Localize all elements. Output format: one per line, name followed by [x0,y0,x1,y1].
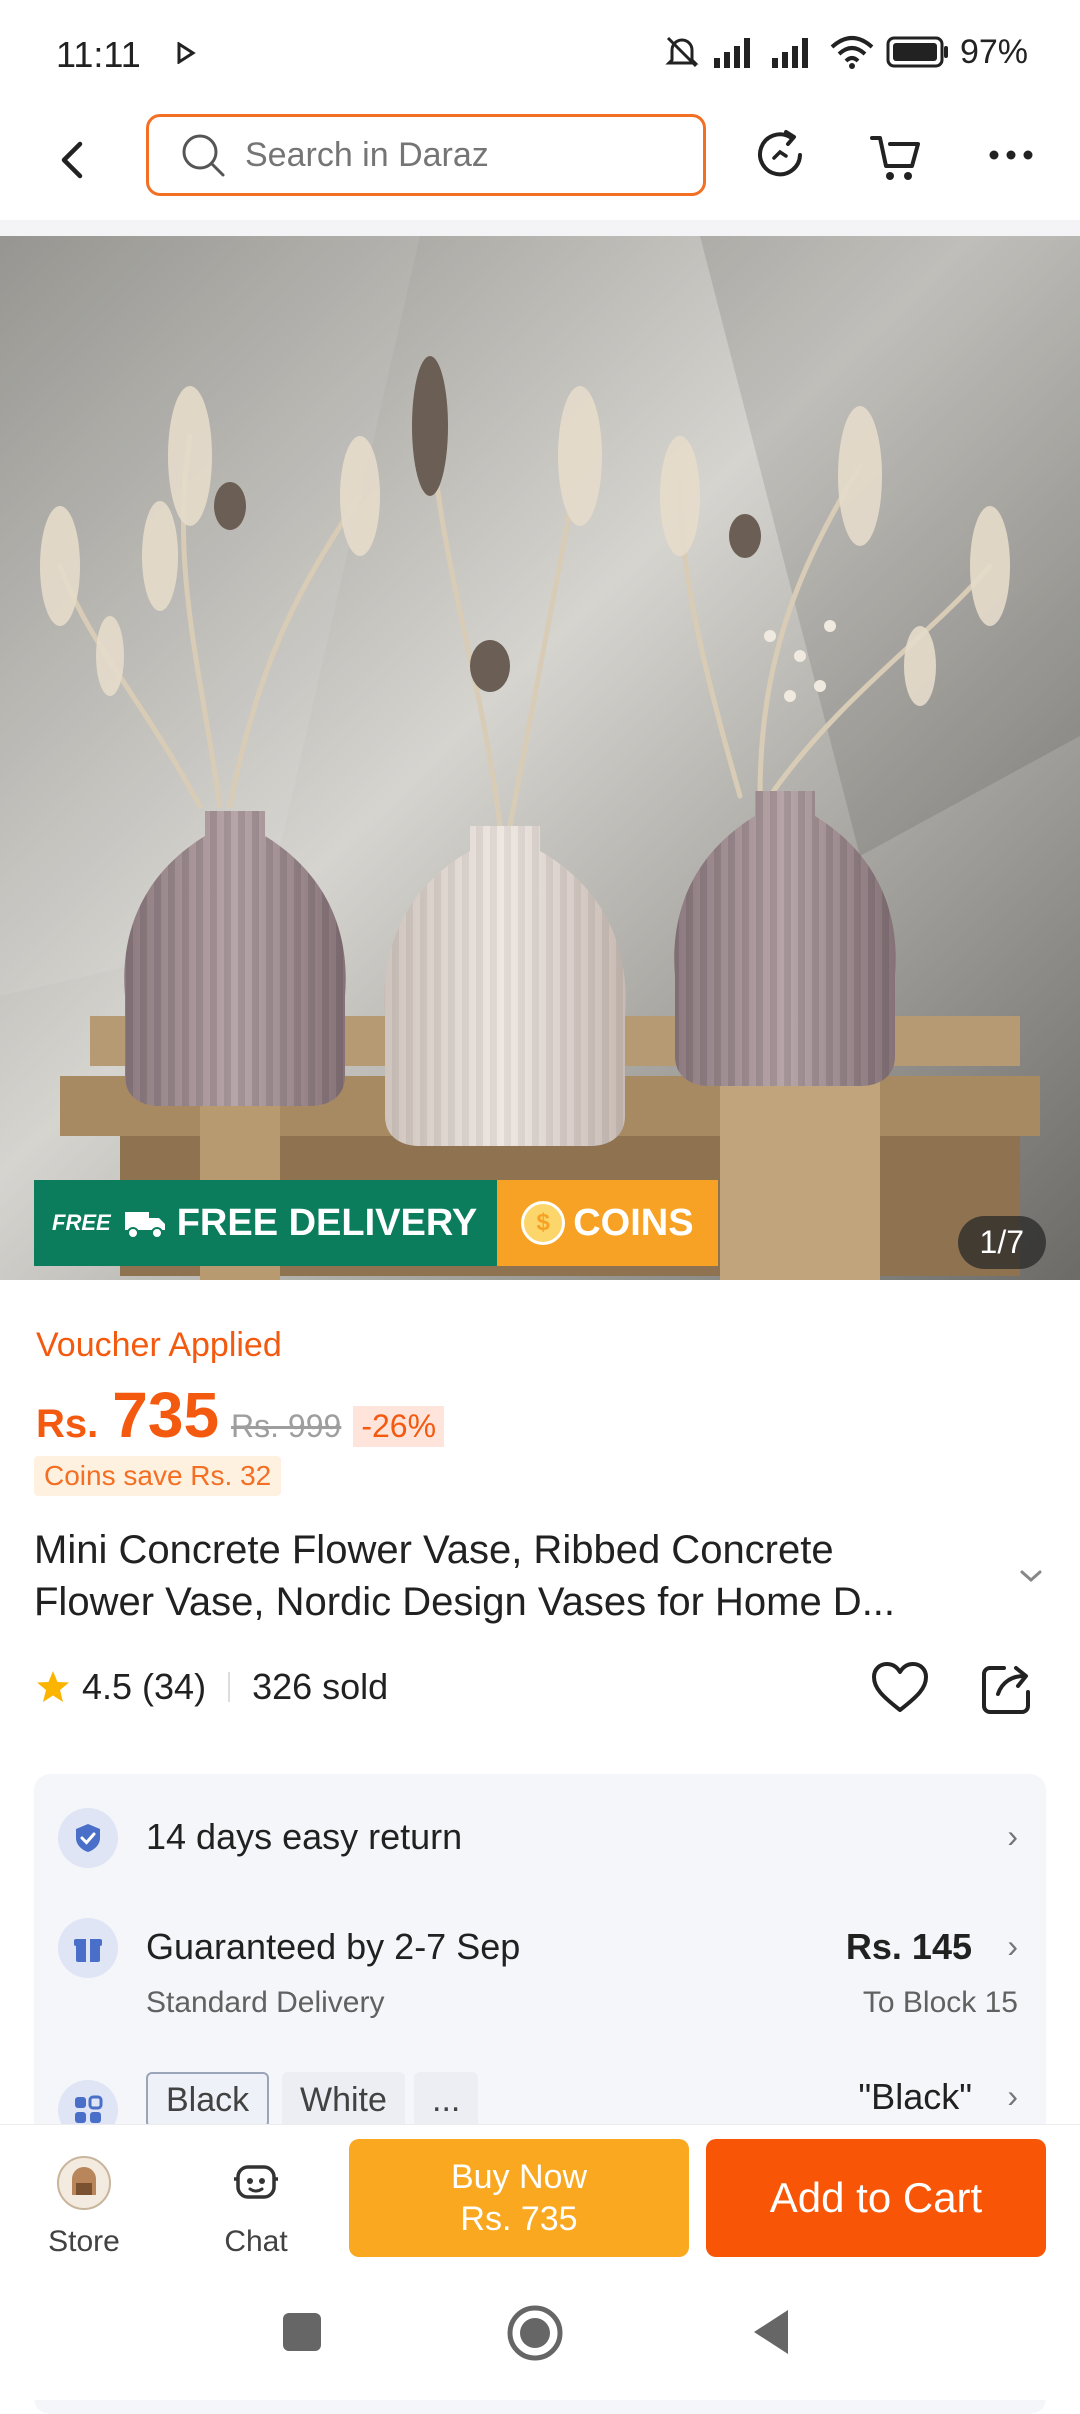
system-nav-bar [0,2266,1080,2400]
chevron-right-icon: › [1007,1928,1018,1964]
chevron-right-icon: › [1007,1818,1018,1854]
chevron-down-icon [1020,1570,1042,1583]
free-delivery-badge: FREE FREE DELIVERY [34,1180,498,1266]
chat-label: Chat [224,2225,288,2258]
square-icon [283,2313,321,2351]
delivery-fee: Rs. 145 [845,1926,972,1967]
recents-button[interactable] [280,2310,324,2359]
mute-bell-icon [665,36,699,68]
discount-badge: -26% [353,1406,445,1447]
chevron-right-icon: › [1007,2078,1018,2114]
search-placeholder: Search in Daraz [245,135,489,174]
top-bar: Search in Daraz [0,100,1080,220]
signal-icon [713,38,750,68]
rating-divider [228,1672,231,1702]
cart-button[interactable] [864,124,926,186]
battery-percent: 97% [959,32,1028,71]
battery-icon [886,36,948,68]
free-truck-icon: FREE [52,1210,111,1235]
system-back-button[interactable] [748,2306,792,2363]
chat-bot-icon [234,2165,278,2199]
delivery-guarantee: Guaranteed by 2-7 Sep [146,1926,521,1967]
add-to-cart-button[interactable]: Add to Cart [706,2139,1046,2257]
rating-row[interactable]: 4.5 (34) 326 sold [34,1666,388,1708]
coin-icon: $ [521,1201,566,1245]
free-delivery-text: FREE DELIVERY [176,1201,478,1244]
sold-count: 326 sold [252,1666,389,1707]
rating-count: (34) [142,1666,207,1707]
section-divider [0,220,1080,236]
star-icon [37,1671,69,1702]
rating-score: 4.5 [82,1666,133,1707]
gift-box-icon [58,1918,118,1978]
more-button[interactable] [980,124,1042,186]
price-row: Rs. 735 Rs. 999 -26% [36,1378,445,1452]
triangle-back-icon [754,2310,788,2354]
wifi-icon [830,36,874,69]
selected-variant: "Black" [858,2076,972,2117]
delivery-row[interactable]: Guaranteed by 2-7 Sep Standard Delivery … [34,1914,1046,2034]
voucher-applied-label: Voucher Applied [36,1326,282,1364]
coins-save-badge: Coins save Rs. 32 [34,1456,282,1496]
search-input[interactable]: Search in Daraz [146,114,706,196]
refresh-icon [758,130,802,177]
signal-icon-2 [771,38,808,68]
buy-now-label: Buy Now [450,2158,588,2196]
chat-button[interactable]: Chat [186,2155,326,2259]
more-icon [989,150,1033,160]
expand-title-button[interactable] [1016,1566,1046,1591]
store-button[interactable]: Store [14,2155,154,2259]
heart-icon [872,1662,928,1712]
share-button[interactable] [976,1656,1040,1720]
home-button[interactable] [506,2304,564,2367]
cart-icon [870,136,920,180]
variant-chip-black[interactable]: Black [146,2072,270,2128]
search-icon [182,134,225,177]
product-photo [0,236,1080,1280]
status-time: 11:11 [56,34,141,75]
bottom-action-bar: Store Chat Buy Now Rs. 735 Add to Cart [0,2124,1080,2267]
buy-now-button[interactable]: Buy Now Rs. 735 [349,2139,689,2257]
chevron-left-icon [61,141,83,179]
price-currency: Rs. [36,1402,99,1446]
product-title-line1: Mini Concrete Flower Vase, Ribbed Concre… [34,1528,834,1572]
easy-return-row[interactable]: 14 days easy return › [34,1804,1046,1874]
store-label: Store [48,2225,120,2258]
buy-now-price: Rs. 735 [460,2200,578,2238]
variant-chip-white[interactable]: White [282,2072,405,2128]
product-title[interactable]: Mini Concrete Flower Vase, Ribbed Concre… [34,1524,994,1628]
image-counter: 1/7 [957,1216,1046,1269]
back-button[interactable] [44,130,104,190]
wishlist-button[interactable] [868,1656,932,1720]
store-logo-icon [57,2156,111,2210]
play-icon [176,41,196,69]
history-button[interactable] [750,124,812,186]
status-bar: 11:11 97% [0,0,1080,100]
truck-icon [124,1212,165,1239]
variant-chip-more[interactable]: ... [414,2072,479,2128]
product-title-line2: Flower Vase, Nordic Design Vases for Hom… [34,1580,896,1624]
share-icon [982,1666,1030,1714]
product-image-carousel[interactable]: FREE FREE DELIVERY $ COINS 1/7 [0,236,1080,1280]
delivery-type: Standard Delivery [146,1986,385,2019]
price-value: 735 [112,1379,220,1451]
easy-return-label: 14 days easy return [146,1816,463,1857]
delivery-destination: To Block 15 [862,1986,1018,2019]
original-price: Rs. 999 [231,1408,342,1444]
shield-check-icon [58,1808,118,1868]
promo-banner: FREE FREE DELIVERY $ COINS [34,1180,718,1266]
status-icons: 97% [662,32,1028,72]
coins-text: COINS [573,1201,694,1244]
coins-badge: $ COINS [497,1180,718,1266]
home-circle-icon [507,2305,563,2361]
